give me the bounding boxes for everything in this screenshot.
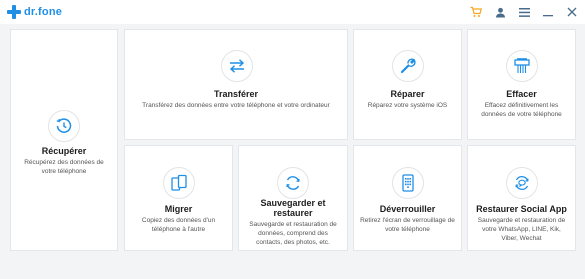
- title-bar: dr.fone: [0, 0, 585, 24]
- tile-unlock-title: Déverrouiller: [379, 204, 436, 214]
- menu-icon[interactable]: [517, 5, 531, 19]
- tile-unlock-desc: Retirez l'écran de verrouillage de votre…: [360, 217, 455, 233]
- repair-icon: [392, 50, 424, 82]
- tile-migrate-desc: Copiez des données d'un téléphone à l'au…: [141, 217, 216, 233]
- tile-recover-desc: Récupérez des données de votre téléphone: [24, 159, 104, 175]
- migrate-icon: [163, 167, 195, 199]
- tile-erase-title: Effacer: [506, 89, 537, 99]
- tile-recover-title: Récupérer: [41, 146, 87, 156]
- tile-transfer-title: Transférer: [213, 89, 259, 99]
- tile-erase[interactable]: Effacer Effacez définitivement les donné…: [467, 29, 576, 140]
- unlock-icon: [392, 167, 424, 199]
- tile-unlock[interactable]: Déverrouiller Retirez l'écran de verroui…: [353, 145, 462, 251]
- tile-migrate[interactable]: Migrer Copiez des données d'un téléphone…: [124, 145, 233, 251]
- tile-transfer-desc: Transférez des données entre votre télép…: [142, 102, 330, 109]
- social-app-icon: [506, 167, 538, 199]
- tile-social-app-title: Restaurer Social App: [476, 204, 567, 214]
- tile-backup-restore[interactable]: Sauvegarder et restaurer Sauvegarde et r…: [238, 145, 348, 251]
- tile-backup-restore-desc: Sauvegarde et restauration de données, c…: [249, 221, 337, 246]
- tile-recover[interactable]: Récupérer Récupérez des données de votre…: [10, 29, 118, 251]
- tile-erase-desc: Effacez définitivement les données de vo…: [481, 102, 562, 118]
- erase-icon: [506, 50, 538, 82]
- tile-social-app[interactable]: Restaurer Social App Sauvegarde et resta…: [467, 145, 576, 251]
- window-controls: [469, 3, 579, 21]
- close-icon[interactable]: [565, 5, 579, 19]
- user-icon[interactable]: [493, 5, 507, 19]
- minimize-icon[interactable]: [541, 5, 555, 19]
- cart-icon[interactable]: [469, 5, 483, 19]
- app-logo: dr.fone: [7, 4, 62, 20]
- tile-repair-desc: Réparez votre système iOS: [367, 102, 448, 109]
- tile-social-app-desc: Sauvegarde et restauration de votre What…: [477, 217, 566, 242]
- app-name: dr.fone: [24, 6, 63, 18]
- tile-repair-title: Réparer: [390, 89, 425, 99]
- recover-icon: [48, 110, 80, 142]
- drfone-logo-icon: [7, 5, 21, 19]
- tile-repair[interactable]: Réparer Réparez votre système iOS: [353, 29, 462, 140]
- tile-migrate-title: Migrer: [164, 204, 193, 214]
- backup-restore-icon: [277, 167, 309, 199]
- tile-transfer[interactable]: Transférer Transférez des données entre …: [124, 29, 348, 140]
- transfer-icon: [221, 50, 253, 82]
- tile-backup-restore-title: Sauvegarder et restaurer: [260, 198, 326, 218]
